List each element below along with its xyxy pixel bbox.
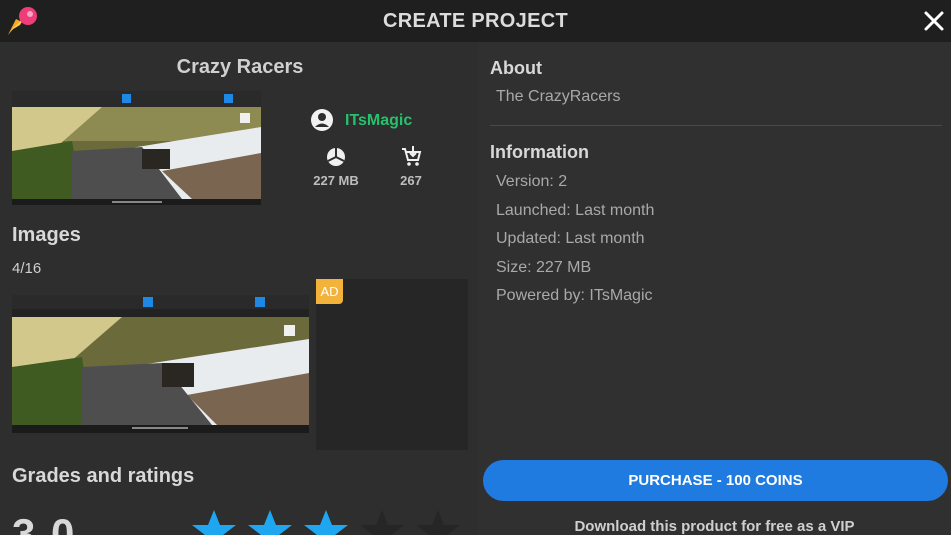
size-value: 227 MB bbox=[313, 173, 359, 188]
screenshot-image[interactable] bbox=[12, 295, 309, 433]
user-avatar-icon bbox=[311, 109, 333, 131]
about-text: The CrazyRacers bbox=[496, 88, 621, 105]
powered-by-text: Powered by: ITsMagic bbox=[496, 287, 653, 304]
version-text: Version: 2 bbox=[496, 173, 568, 190]
image-counter: 4/16 bbox=[12, 260, 42, 277]
star-filled-icon bbox=[304, 510, 348, 535]
downloads-value: 267 bbox=[400, 173, 422, 188]
project-name: Crazy Racers bbox=[176, 56, 304, 78]
pie-chart-icon bbox=[327, 148, 345, 166]
star-filled-icon bbox=[192, 510, 236, 535]
star-empty-icon bbox=[360, 510, 404, 535]
size-text: Size: 227 MB bbox=[496, 259, 592, 276]
project-details-panel: Crazy Racers ITsMagic 227 MB 267 Images … bbox=[0, 42, 478, 535]
page-title: CREATE PROJECT bbox=[383, 10, 568, 32]
cart-download-icon bbox=[402, 146, 422, 166]
close-icon[interactable] bbox=[919, 6, 949, 36]
star-empty-icon bbox=[416, 510, 460, 535]
grade-value: 3.0 bbox=[12, 510, 77, 535]
about-heading: About bbox=[490, 58, 542, 78]
vip-download-link[interactable]: Download this product for free as a VIP bbox=[478, 518, 951, 535]
updated-text: Updated: Last month bbox=[496, 230, 645, 247]
information-heading: Information bbox=[490, 142, 589, 162]
images-heading: Images bbox=[12, 224, 81, 246]
divider bbox=[490, 125, 942, 126]
info-panel: About The CrazyRacers Information Versio… bbox=[478, 42, 951, 535]
launched-text: Launched: Last month bbox=[496, 202, 655, 219]
ad-banner[interactable]: AD bbox=[316, 279, 468, 450]
project-thumbnail[interactable] bbox=[12, 91, 261, 205]
author-link[interactable]: ITsMagic bbox=[345, 112, 412, 130]
ratings-heading: Grades and ratings bbox=[12, 465, 195, 487]
title-bar: CREATE PROJECT bbox=[0, 0, 951, 42]
purchase-button[interactable]: PURCHASE - 100 COINS bbox=[483, 460, 948, 501]
star-filled-icon bbox=[248, 510, 292, 535]
ad-label: AD bbox=[316, 279, 343, 304]
star-rating bbox=[190, 508, 462, 535]
